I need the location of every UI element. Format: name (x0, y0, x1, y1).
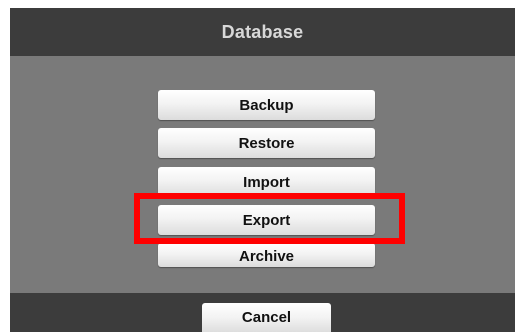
import-button[interactable]: Import (158, 167, 375, 197)
export-button[interactable]: Export (158, 205, 375, 235)
restore-button[interactable]: Restore (158, 128, 375, 158)
menu-panel: Backup Restore Import Export Archive (10, 56, 515, 293)
backup-button[interactable]: Backup (158, 90, 375, 120)
archive-button[interactable]: Archive (158, 243, 375, 267)
screen: Database Backup Restore Import Export Ar… (0, 0, 515, 332)
footer-bar: Cancel (10, 293, 515, 332)
database-dialog: Database Backup Restore Import Export Ar… (10, 8, 515, 332)
dialog-title: Database (221, 21, 304, 42)
cancel-button[interactable]: Cancel (202, 303, 331, 332)
title-bar: Database (10, 8, 515, 56)
